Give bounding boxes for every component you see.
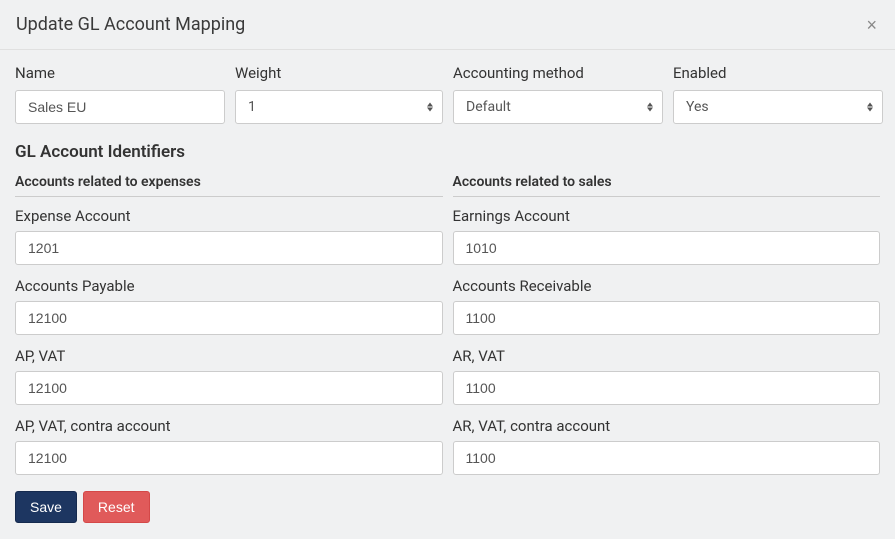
name-input[interactable] [15, 90, 225, 124]
sales-column: Accounts related to sales Earnings Accou… [453, 174, 881, 487]
identifiers-columns: Accounts related to expenses Expense Acc… [15, 174, 880, 487]
name-label: Name [15, 64, 225, 82]
name-field-group: Name [15, 64, 225, 124]
ar-vat-input[interactable] [453, 371, 881, 405]
accounts-payable-group: Accounts Payable [15, 277, 443, 335]
expenses-header: Accounts related to expenses [15, 174, 443, 197]
ar-vat-contra-group: AR, VAT, contra account [453, 417, 881, 475]
modal-header: Update GL Account Mapping × [0, 0, 895, 50]
close-icon[interactable]: × [864, 16, 879, 34]
enabled-label: Enabled [673, 64, 883, 82]
top-fields-row: Name Weight 1 Accounting method Default [15, 64, 880, 124]
expense-account-label: Expense Account [15, 207, 443, 225]
ap-vat-contra-label: AP, VAT, contra account [15, 417, 443, 435]
accounting-method-select[interactable]: Default [453, 90, 663, 124]
enabled-value: Yes [673, 90, 883, 124]
update-gl-mapping-modal: Update GL Account Mapping × Name Weight … [0, 0, 895, 508]
ap-vat-input[interactable] [15, 371, 443, 405]
modal-body: Name Weight 1 Accounting method Default [0, 50, 895, 539]
ap-vat-group: AP, VAT [15, 347, 443, 405]
ap-vat-label: AP, VAT [15, 347, 443, 365]
expense-account-input[interactable] [15, 231, 443, 265]
button-row: Save Reset [15, 491, 880, 523]
weight-field-group: Weight 1 [235, 64, 443, 124]
modal-title: Update GL Account Mapping [16, 14, 245, 35]
accounts-receivable-label: Accounts Receivable [453, 277, 881, 295]
accounting-method-label: Accounting method [453, 64, 663, 82]
earnings-account-label: Earnings Account [453, 207, 881, 225]
ar-vat-group: AR, VAT [453, 347, 881, 405]
weight-select-value: 1 [235, 90, 443, 124]
accounting-method-value: Default [453, 90, 663, 124]
expenses-column: Accounts related to expenses Expense Acc… [15, 174, 443, 487]
ar-vat-label: AR, VAT [453, 347, 881, 365]
accounts-receivable-input[interactable] [453, 301, 881, 335]
ar-vat-contra-input[interactable] [453, 441, 881, 475]
accounts-receivable-group: Accounts Receivable [453, 277, 881, 335]
sales-header: Accounts related to sales [453, 174, 881, 197]
weight-label: Weight [235, 64, 443, 82]
earnings-account-group: Earnings Account [453, 207, 881, 265]
ap-vat-contra-input[interactable] [15, 441, 443, 475]
gl-identifiers-title: GL Account Identifiers [15, 142, 880, 162]
enabled-field-group: Enabled Yes [673, 64, 883, 124]
accounts-payable-label: Accounts Payable [15, 277, 443, 295]
earnings-account-input[interactable] [453, 231, 881, 265]
enabled-select[interactable]: Yes [673, 90, 883, 124]
accounts-payable-input[interactable] [15, 301, 443, 335]
weight-select[interactable]: 1 [235, 90, 443, 124]
save-button[interactable]: Save [15, 491, 77, 523]
expense-account-group: Expense Account [15, 207, 443, 265]
ar-vat-contra-label: AR, VAT, contra account [453, 417, 881, 435]
accounting-method-field-group: Accounting method Default [453, 64, 663, 124]
reset-button[interactable]: Reset [83, 491, 150, 523]
ap-vat-contra-group: AP, VAT, contra account [15, 417, 443, 475]
